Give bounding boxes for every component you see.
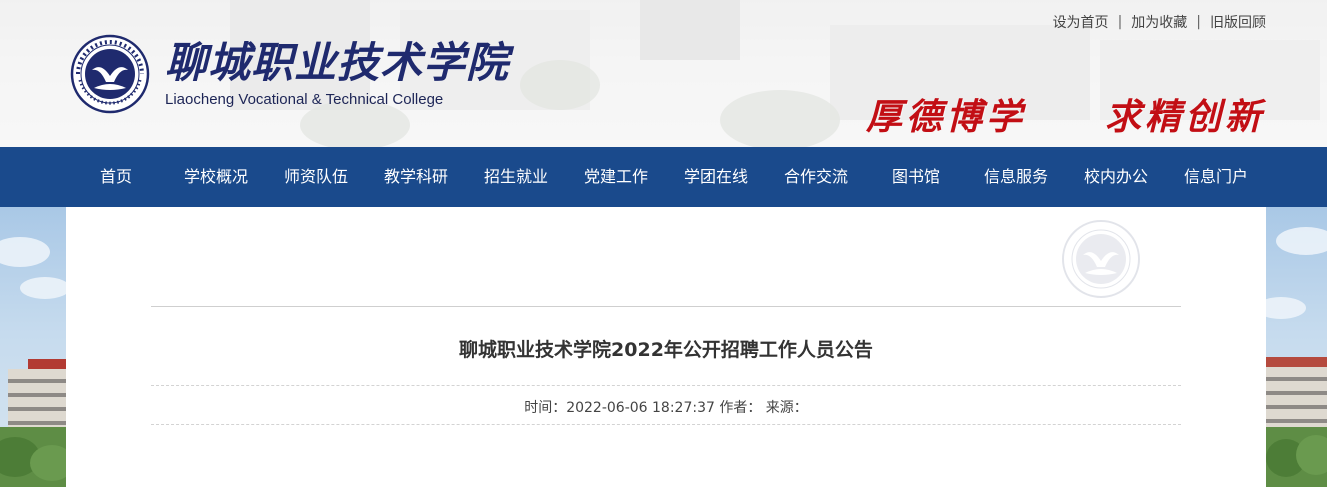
nav-item-portal[interactable]: 信息门户	[1184, 147, 1248, 207]
nav-item-home[interactable]: 首页	[100, 147, 132, 207]
article-meta: 时间：2022-06-06 18:27:37 作者： 来源：	[524, 400, 808, 416]
nav-item-library[interactable]: 图书馆	[892, 147, 940, 207]
add-favorite-link[interactable]: 加为收藏	[1131, 12, 1187, 32]
nav-item-office[interactable]: 校内办公	[1084, 147, 1148, 207]
main-nav: 首页 学校概况 师资队伍 教学科研 招生就业 党建工作 学团在线 合作交流 图书…	[0, 147, 1327, 207]
school-logo-icon[interactable]	[70, 34, 150, 114]
divider-dashed	[151, 385, 1181, 386]
divider	[151, 306, 1181, 307]
divider-dashed	[151, 424, 1181, 425]
motto-part1: 厚德博学	[866, 96, 1027, 138]
link-separator: |	[1117, 14, 1123, 30]
school-name-cn: 聊城职业技术学院	[165, 38, 510, 87]
article-title: 聊城职业技术学院2022年公开招聘工作人员公告	[459, 339, 873, 361]
nav-item-overview[interactable]: 学校概况	[184, 147, 248, 207]
old-version-link[interactable]: 旧版回顾	[1210, 12, 1266, 32]
school-name-en: Liaocheng Vocational & Technical College	[165, 91, 444, 108]
nav-item-cooperation[interactable]: 合作交流	[784, 147, 848, 207]
site-header: 设为首页 | 加为收藏 | 旧版回顾 聊城职业技术学院 Liaocheng Vo…	[0, 0, 1327, 147]
nav-item-students[interactable]: 学团在线	[684, 147, 748, 207]
school-watermark-icon	[1062, 220, 1140, 298]
side-scenery-left	[0, 207, 66, 487]
top-links: 设为首页 | 加为收藏 | 旧版回顾	[1053, 12, 1266, 32]
nav-item-research[interactable]: 教学科研	[384, 147, 448, 207]
nav-item-party[interactable]: 党建工作	[584, 147, 648, 207]
nav-item-faculty[interactable]: 师资队伍	[284, 147, 348, 207]
link-separator: |	[1196, 14, 1201, 30]
nav-item-admissions[interactable]: 招生就业	[484, 147, 548, 207]
article-container: 聊城职业技术学院2022年公开招聘工作人员公告 时间：2022-06-06 18…	[66, 207, 1266, 487]
set-homepage-link[interactable]: 设为首页	[1053, 12, 1109, 32]
nav-item-info-services[interactable]: 信息服务	[984, 147, 1048, 207]
motto-part2: 求精创新	[1105, 96, 1266, 138]
side-scenery-right	[1266, 207, 1327, 487]
